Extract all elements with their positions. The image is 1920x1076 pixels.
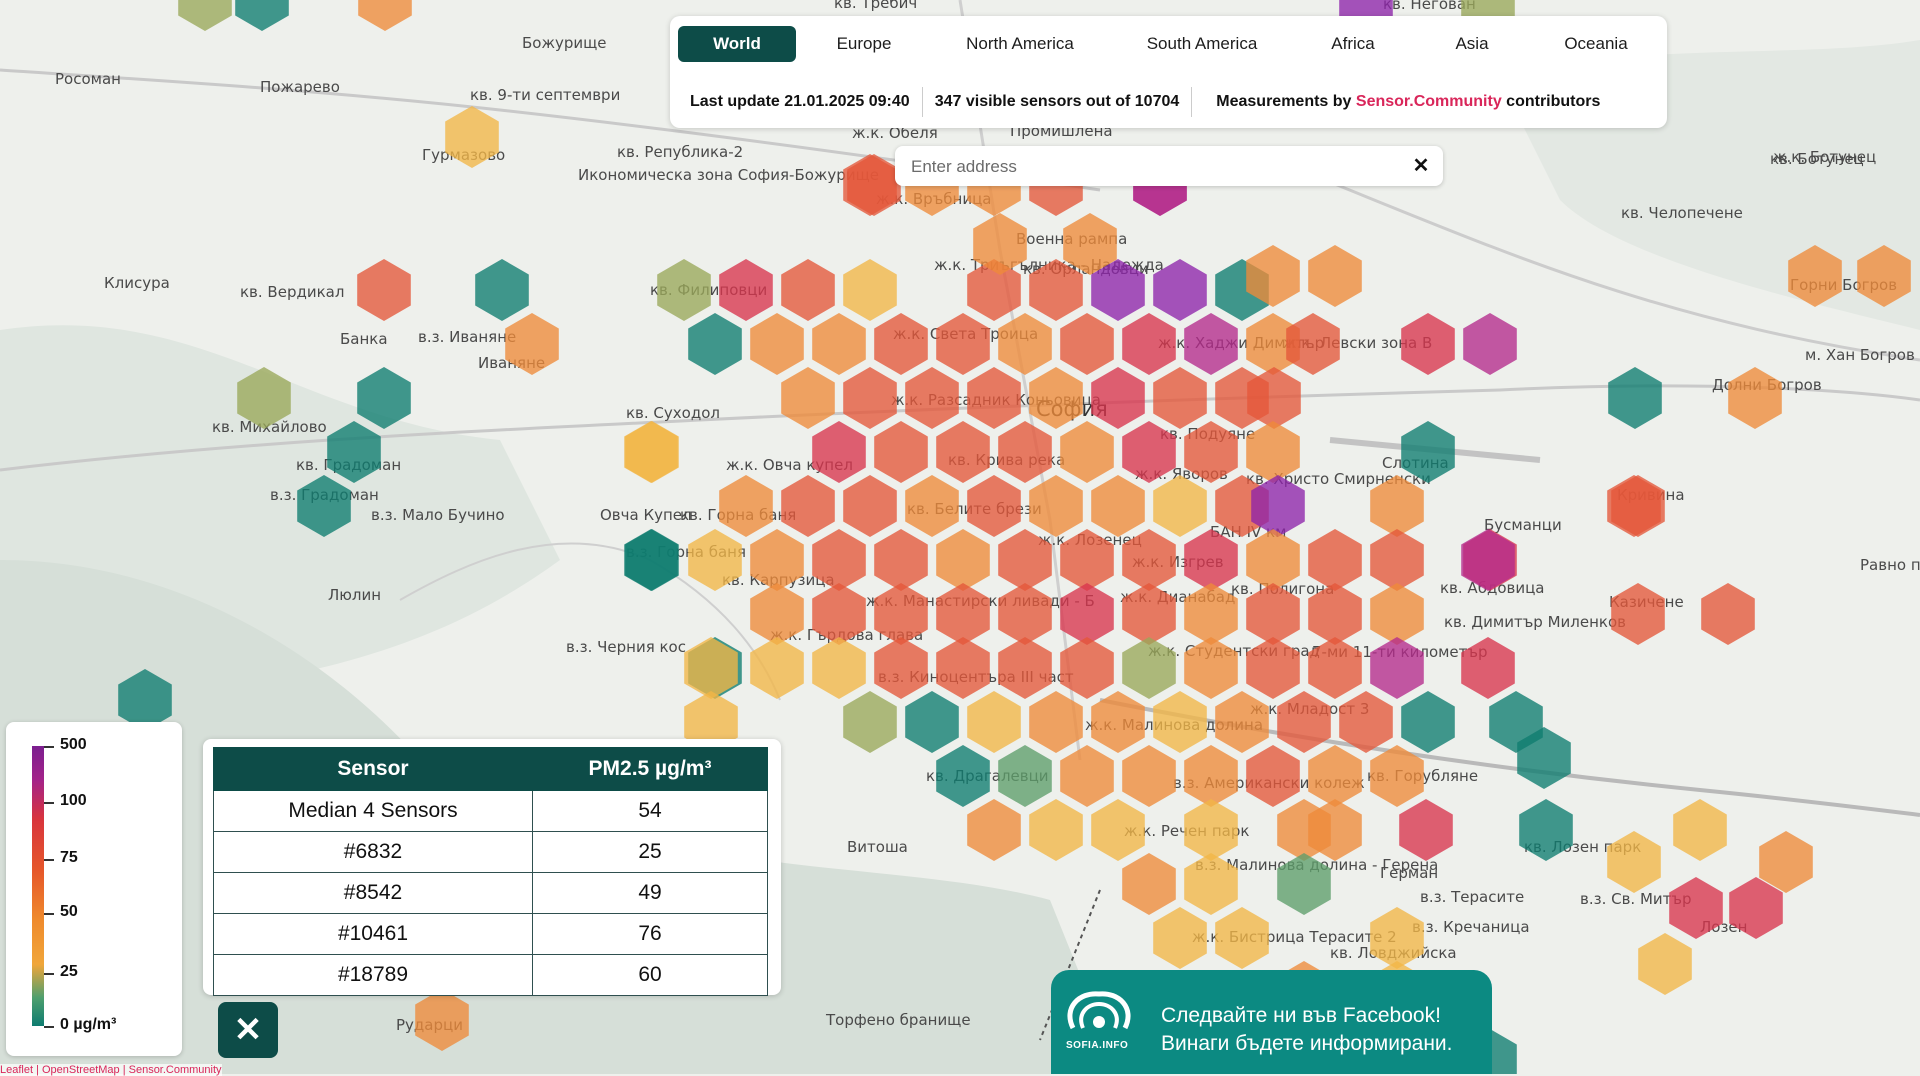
map-place-label: кв. Димитър Миленков (1444, 613, 1626, 631)
map-place-label: Икономическа зона София-Божурище (578, 166, 879, 184)
map-place-label: в.з. Кречаницa (1412, 918, 1530, 936)
map-place-label: Герман (1380, 864, 1438, 882)
sensor-name: Median 4 Sensors (213, 790, 533, 832)
map-place-label: в.з. Терасите (1420, 888, 1524, 906)
measurements-suffix: contributors (1506, 93, 1601, 110)
facebook-banner[interactable]: SOFIA.INFO Следвайте ни във Facebook! Ви… (1051, 970, 1492, 1074)
close-icon: ✕ (233, 1011, 263, 1049)
legend-tick (44, 973, 54, 975)
map-place-label: в.з. Черния кос (566, 638, 686, 656)
column-header-sensor: Sensor (213, 747, 533, 791)
legend-tick (44, 746, 54, 748)
tab-oceania[interactable]: Oceania (1534, 26, 1658, 62)
legend-color-bar (32, 746, 44, 1026)
measurements-credit: Measurements by Sensor.Community contrib… (1192, 86, 1612, 118)
facebook-line-2: Винаги бъдете информирани. (1161, 1032, 1453, 1055)
map-place-label: Росоман (55, 70, 121, 88)
pm25-color-legend: 500 100 75 50 25 0 µg/m³ (6, 722, 182, 1056)
pm25-value: 76 (532, 913, 768, 955)
address-search-input[interactable] (909, 146, 1393, 188)
facebook-line-1: Следвайте ни във Facebook! (1161, 1004, 1441, 1027)
legend-tick (44, 913, 54, 915)
facebook-banner-text: Следвайте ни във Facebook! Винаги бъдете… (1161, 1002, 1452, 1058)
map-place-label: кв. Вердикал (240, 283, 344, 301)
tab-africa[interactable]: Africa (1296, 26, 1410, 62)
tab-europe[interactable]: Europe (796, 26, 932, 62)
map-place-label: Витоша (847, 838, 908, 856)
table-row: Median 4 Sensors 54 (213, 790, 768, 832)
sensor-name: #10461 (213, 913, 533, 955)
sensor-name: #6832 (213, 831, 533, 873)
legend-tick (44, 859, 54, 861)
map-place-label: кв. Требич (834, 0, 917, 12)
legend-label-25: 25 (60, 963, 78, 980)
legend-label-0: 0 µg/m³ (60, 1016, 117, 1033)
sensor-community-link[interactable]: Sensor.Community (1356, 93, 1502, 110)
tab-asia[interactable]: Asia (1410, 26, 1534, 62)
map-place-label: кв. Ботунец (1770, 150, 1864, 168)
map-place-label: кв. Челопечене (1621, 204, 1743, 222)
pm25-value: 54 (532, 790, 768, 832)
legend-tick (44, 1026, 54, 1028)
sensor-count: 347 visible sensors out of 10704 (923, 86, 1192, 118)
air-sofia-logo-icon: SOFIA.INFO (1059, 988, 1139, 1058)
map-place-label: Торфено бранище (825, 1011, 971, 1029)
sensor-popup: Sensor PM2.5 µg/m³ Median 4 Sensors 54 #… (203, 739, 781, 996)
legend-tick (44, 802, 54, 804)
map-place-label: Божурище (522, 34, 607, 52)
pm25-value: 25 (532, 831, 768, 873)
map-place-label: в.з. Иванянe (418, 328, 516, 346)
map-attribution[interactable]: Leaflet | OpenStreetMap | Sensor.Communi… (0, 1064, 222, 1076)
tab-south-america[interactable]: South America (1108, 26, 1296, 62)
total-count: 10704 (1134, 93, 1180, 110)
map-place-label: Банка (340, 330, 388, 348)
legend-label-50: 50 (60, 903, 78, 920)
table-row: #18789 60 (213, 954, 768, 996)
close-popup-button[interactable]: ✕ (218, 1002, 278, 1058)
close-icon[interactable]: ✕ (1409, 154, 1433, 178)
table-row: #6832 25 (213, 831, 768, 873)
table-row: #10461 76 (213, 913, 768, 955)
tab-north-america[interactable]: North America (932, 26, 1108, 62)
sensor-table: Sensor PM2.5 µg/m³ Median 4 Sensors 54 #… (213, 747, 768, 996)
last-update-text: Last update 21.01.2025 09:40 (690, 93, 910, 110)
legend-label-100: 100 (60, 792, 87, 809)
pm25-value: 49 (532, 872, 768, 914)
map-place-label: кв. Република-2 (617, 143, 743, 161)
map-place-label: Бусманци (1484, 516, 1562, 534)
table-header-row: Sensor PM2.5 µg/m³ (213, 747, 768, 791)
map-place-label: Пожарево (260, 78, 340, 96)
visible-text: visible sensors out of (965, 93, 1131, 110)
measurements-prefix: Measurements by (1216, 93, 1352, 110)
region-tabs: World Europe North America South America… (678, 26, 1658, 62)
column-header-pm25: PM2.5 µg/m³ (532, 747, 768, 791)
map-place-label: в.з. Мало Бучино (371, 506, 505, 524)
logo-text: SOFIA.INFO (1066, 1040, 1129, 1051)
map-place-label: Клисура (104, 274, 170, 292)
map-place-label: кв. Суходол (626, 404, 720, 422)
sensor-name: #8542 (213, 872, 533, 914)
table-row: #8542 49 (213, 872, 768, 914)
sensor-name: #18789 (213, 954, 533, 996)
region-toolbar: World Europe North America South America… (670, 16, 1667, 128)
visible-count: 347 (934, 93, 962, 110)
legend-label-75: 75 (60, 849, 78, 866)
pm25-value: 60 (532, 954, 768, 996)
map-place-label: Овча Купел (600, 506, 692, 524)
address-search: ✕ (895, 146, 1443, 188)
status-bar: Last update 21.01.2025 09:40 347 visible… (670, 86, 1667, 118)
legend-label-500: 500 (60, 736, 87, 753)
map-place-label: м. Хан Богров (1805, 346, 1915, 364)
tab-world[interactable]: World (678, 26, 796, 62)
map-place-label: кв. 9-ти септември (470, 86, 620, 104)
map-place-label: Равно поле (1860, 556, 1920, 574)
map-place-label: Люлин (328, 586, 381, 604)
